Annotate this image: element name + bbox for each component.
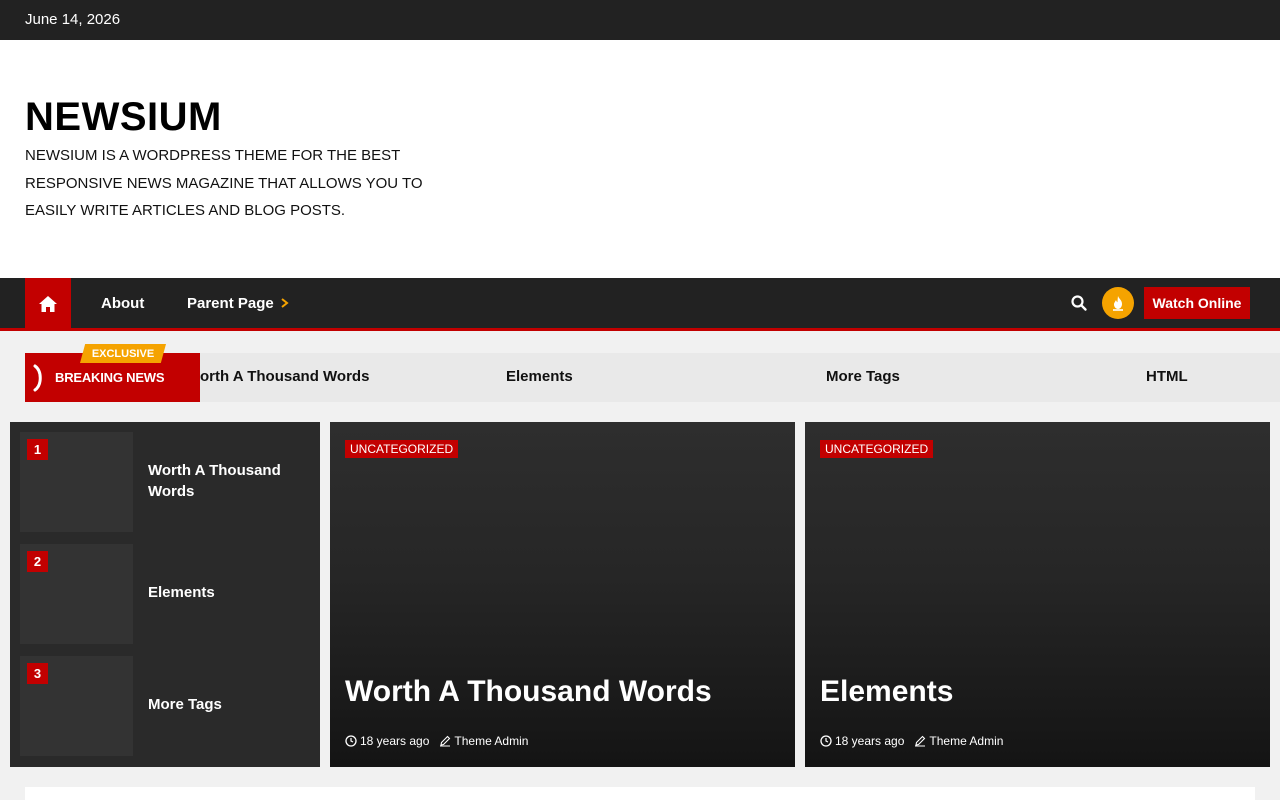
news-ticker: orth A Thousand Words Elements More Tags… (25, 353, 1280, 402)
nav-item-about[interactable]: About (101, 295, 144, 312)
chevron-down-icon (281, 298, 289, 308)
pencil-icon (915, 735, 926, 747)
trending-item[interactable]: 3 More Tags (20, 656, 310, 756)
site-header: NEWSIUM NEWSIUM IS A WORDPRESS THEME FOR… (0, 40, 1280, 278)
watch-online-button[interactable]: Watch Online (1144, 287, 1250, 319)
trending-list: 1 Worth A Thousand Words 2 Elements 3 Mo… (10, 422, 320, 767)
content-section-top (25, 787, 1255, 800)
home-icon (39, 296, 57, 312)
exclusive-badge: EXCLUSIVE (80, 344, 166, 363)
site-title[interactable]: NEWSIUM (25, 95, 222, 140)
featured-post-title[interactable]: Worth A Thousand Words (345, 675, 712, 709)
broadcast-icon (33, 364, 42, 392)
current-date: June 14, 2026 (25, 11, 121, 28)
category-badge[interactable]: UNCATEGORIZED (820, 440, 934, 458)
main-navigation: About Parent Page Watch Online (0, 278, 1280, 330)
post-time[interactable]: 18 years ago (835, 734, 904, 748)
trending-rank: 3 (27, 663, 48, 684)
featured-post-title[interactable]: Elements (820, 675, 953, 709)
trending-item[interactable]: 2 Elements (20, 544, 310, 644)
nav-item-parent-page[interactable]: Parent Page (187, 295, 289, 312)
nav-divider (0, 328, 1280, 331)
breaking-news-text: BREAKING NEWS (55, 370, 165, 385)
trending-item[interactable]: 1 Worth A Thousand Words (20, 432, 310, 532)
top-bar: June 14, 2026 (0, 0, 1280, 40)
fire-icon (1113, 296, 1123, 311)
ticker-item[interactable]: More Tags (826, 368, 900, 385)
trending-title[interactable]: Elements (148, 582, 298, 603)
ticker-item[interactable]: orth A Thousand Words (200, 368, 369, 385)
trending-rank: 2 (27, 551, 48, 572)
ticker-item[interactable]: Elements (506, 368, 573, 385)
home-button[interactable] (25, 278, 71, 330)
search-icon[interactable] (1070, 294, 1088, 312)
trending-title[interactable]: Worth A Thousand Words (148, 460, 298, 502)
pencil-icon (440, 735, 451, 747)
post-meta: 18 years ago Theme Admin (345, 734, 528, 748)
trending-rank: 1 (27, 439, 48, 460)
ticker-item[interactable]: HTML (1146, 368, 1188, 385)
post-author[interactable]: Theme Admin (929, 734, 1003, 748)
post-meta: 18 years ago Theme Admin (820, 734, 1003, 748)
post-author[interactable]: Theme Admin (454, 734, 528, 748)
nav-item-parent-page-label: Parent Page (187, 295, 274, 312)
trending-button[interactable] (1102, 287, 1134, 319)
category-badge[interactable]: UNCATEGORIZED (345, 440, 459, 458)
featured-post-card[interactable]: UNCATEGORIZED Elements 18 years ago Them… (805, 422, 1270, 767)
clock-icon (345, 735, 357, 747)
post-time[interactable]: 18 years ago (360, 734, 429, 748)
trending-title[interactable]: More Tags (148, 694, 298, 715)
clock-icon (820, 735, 832, 747)
site-tagline: NEWSIUM IS A WORDPRESS THEME FOR THE BES… (25, 147, 423, 219)
featured-post-card[interactable]: UNCATEGORIZED Worth A Thousand Words 18 … (330, 422, 795, 767)
